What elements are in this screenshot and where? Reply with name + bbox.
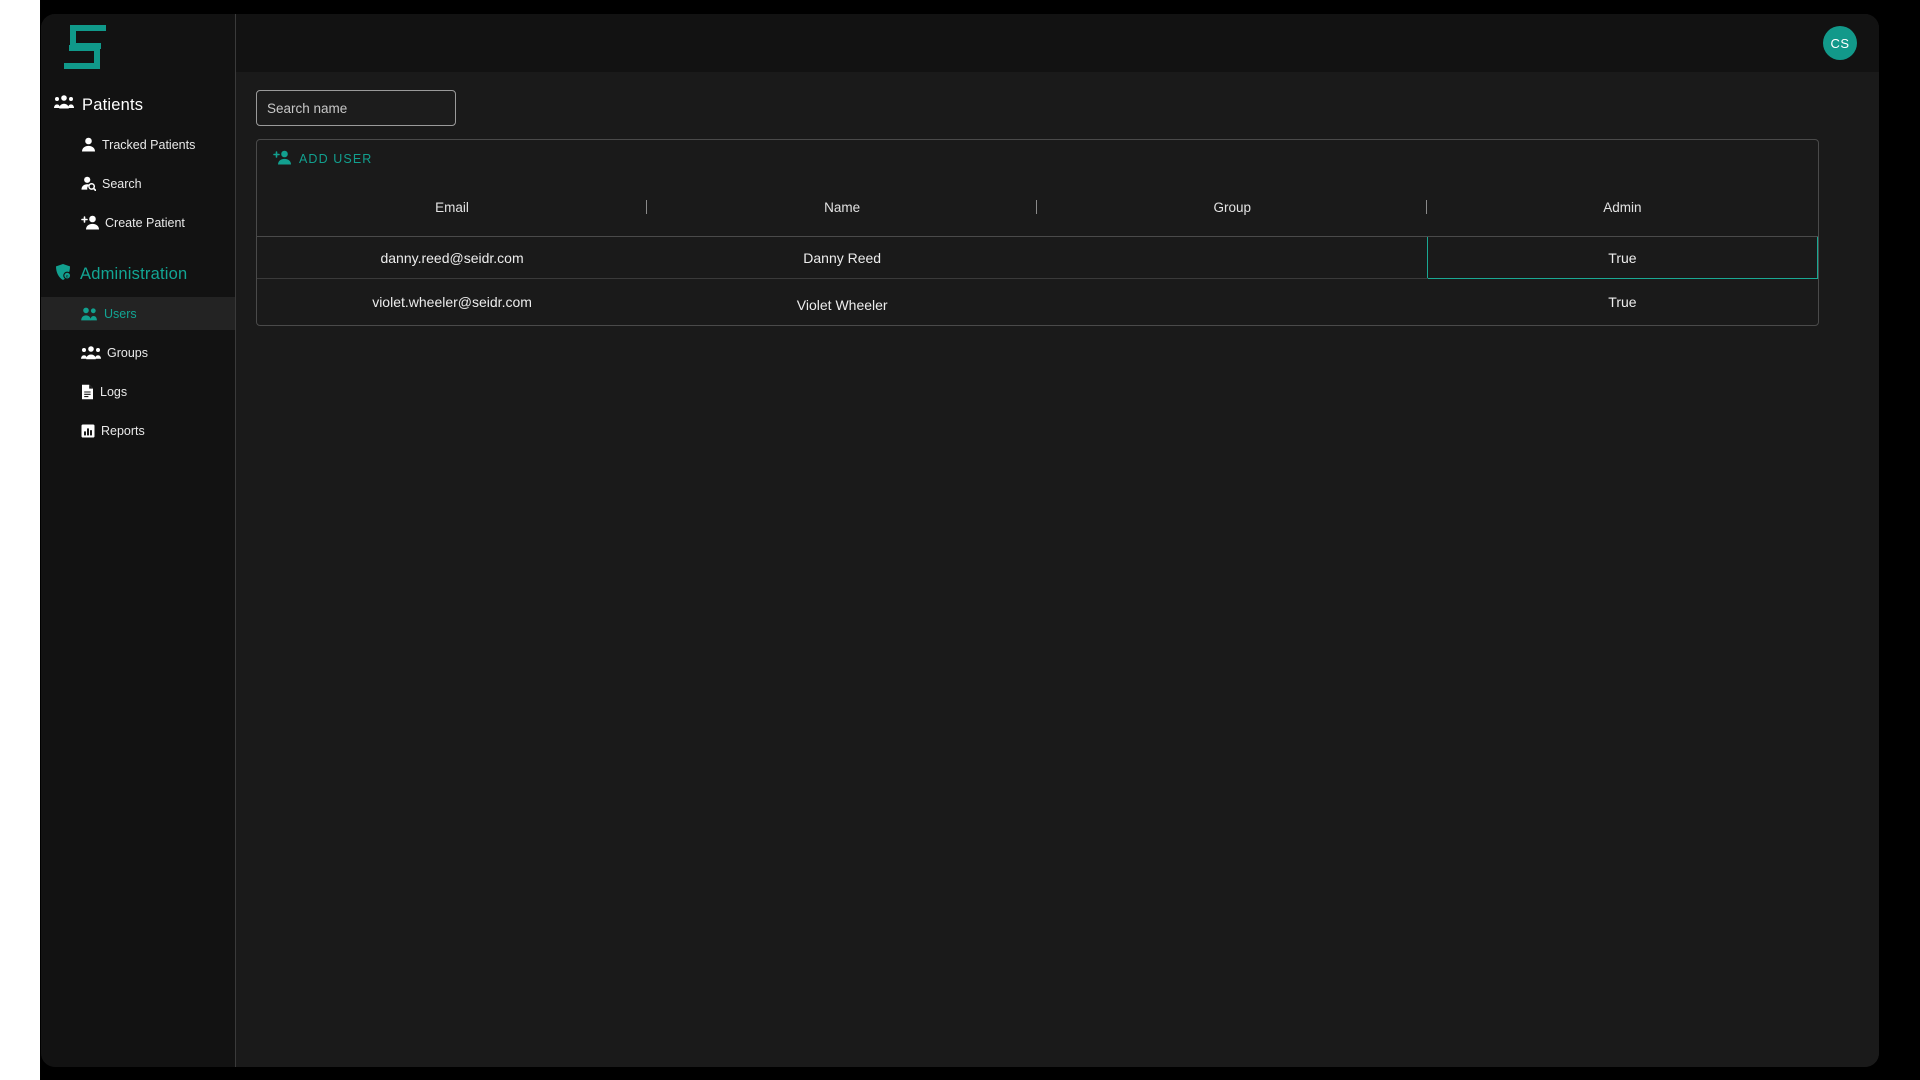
people-group-icon	[54, 95, 74, 115]
cell-admin[interactable]: True	[1426, 236, 1819, 279]
column-header-label: Group	[1213, 199, 1252, 215]
sidebar-item-label: Users	[104, 306, 137, 321]
sidebar-item-users[interactable]: Users	[41, 297, 235, 330]
users-table: Email Name Group Admin danny.reed@seidr.…	[257, 178, 1819, 325]
person-add-icon	[273, 150, 291, 168]
person-search-icon	[81, 176, 96, 191]
app-window: Patients Tracked Patients Search Create …	[41, 14, 1879, 1067]
sidebar-item-label: Tracked Patients	[102, 137, 196, 152]
page-root: Patients Tracked Patients Search Create …	[0, 0, 1920, 1080]
cell-name[interactable]: Danny Reed	[647, 236, 1038, 279]
seidr-logo-icon	[61, 24, 109, 70]
sidebar-item-label: Create Patient	[105, 215, 185, 230]
table-header: Email Name Group Admin	[257, 178, 1818, 237]
column-header-label: Admin	[1603, 199, 1642, 215]
sidebar-item-label: Search	[102, 176, 142, 191]
add-user-button[interactable]: ADD USER	[269, 146, 376, 172]
sidebar-item-label: Groups	[107, 345, 148, 360]
avatar-initials: CS	[1830, 35, 1850, 51]
sidebar: Patients Tracked Patients Search Create …	[41, 14, 236, 1067]
sidebar-item-groups[interactable]: Groups	[41, 336, 235, 369]
groups-icon	[81, 345, 101, 360]
cell-name[interactable]: Violet Wheeler	[647, 279, 1037, 325]
person-add-icon	[81, 215, 99, 230]
sidebar-group-patients-label: Patients	[82, 95, 144, 114]
sidebar-item-tracked-patients[interactable]: Tracked Patients	[41, 128, 235, 161]
sidebar-group-patients[interactable]: Patients	[41, 88, 235, 122]
search-field-wrapper	[256, 90, 1859, 126]
table-header-row: Email Name Group Admin	[257, 178, 1818, 237]
sidebar-item-logs[interactable]: Logs	[41, 375, 235, 408]
main-area: CS Search name ADD USER Email Name Group…	[236, 14, 1879, 1067]
search-input[interactable]	[256, 90, 456, 126]
cell-email[interactable]: violet.wheeler@seidr.com	[257, 279, 647, 325]
app-logo[interactable]	[41, 14, 235, 80]
person-icon	[81, 137, 96, 152]
users-icon	[81, 307, 98, 321]
column-header-label: Name	[824, 199, 861, 215]
column-header-admin[interactable]: Admin	[1427, 178, 1818, 237]
cell-admin[interactable]: True	[1427, 279, 1817, 325]
sidebar-group-administration[interactable]: e Administration	[41, 257, 235, 291]
sidebar-item-label: Reports	[101, 423, 145, 438]
content-area: ADD USER Email	[236, 72, 1879, 1067]
table-body: danny.reed@seidr.com Danny Reed True vio…	[257, 236, 1819, 325]
table-row[interactable]: violet.wheeler@seidr.com Violet Wheeler …	[257, 279, 1818, 325]
sidebar-group-administration-label: Administration	[80, 264, 188, 283]
top-bar: CS	[236, 14, 1879, 72]
column-header-email[interactable]: Email	[257, 178, 648, 237]
table-row[interactable]: danny.reed@seidr.com Danny Reed True	[257, 236, 1819, 279]
avatar[interactable]: CS	[1823, 26, 1857, 60]
column-header-label: Email	[435, 199, 469, 215]
column-header-name[interactable]: Name	[647, 178, 1038, 237]
sidebar-item-reports[interactable]: Reports	[41, 414, 235, 447]
cell-email[interactable]: danny.reed@seidr.com	[257, 236, 648, 279]
column-header-group[interactable]: Group	[1037, 178, 1428, 237]
add-user-label: ADD USER	[299, 152, 373, 166]
table-toolbar: ADD USER	[257, 140, 1818, 178]
users-table-panel: ADD USER Email Name Group Admin danny.re…	[256, 139, 1819, 326]
sidebar-item-search[interactable]: Search	[41, 167, 235, 200]
bar-chart-icon	[81, 424, 95, 438]
document-icon	[81, 384, 94, 400]
sidebar-item-label: Logs	[100, 384, 128, 399]
sidebar-item-create-patient[interactable]: Create Patient	[41, 206, 235, 239]
cell-group[interactable]	[1037, 236, 1428, 279]
svg-text:e: e	[66, 273, 69, 278]
cell-group[interactable]	[1037, 279, 1427, 325]
shield-admin-icon: e	[54, 263, 72, 286]
